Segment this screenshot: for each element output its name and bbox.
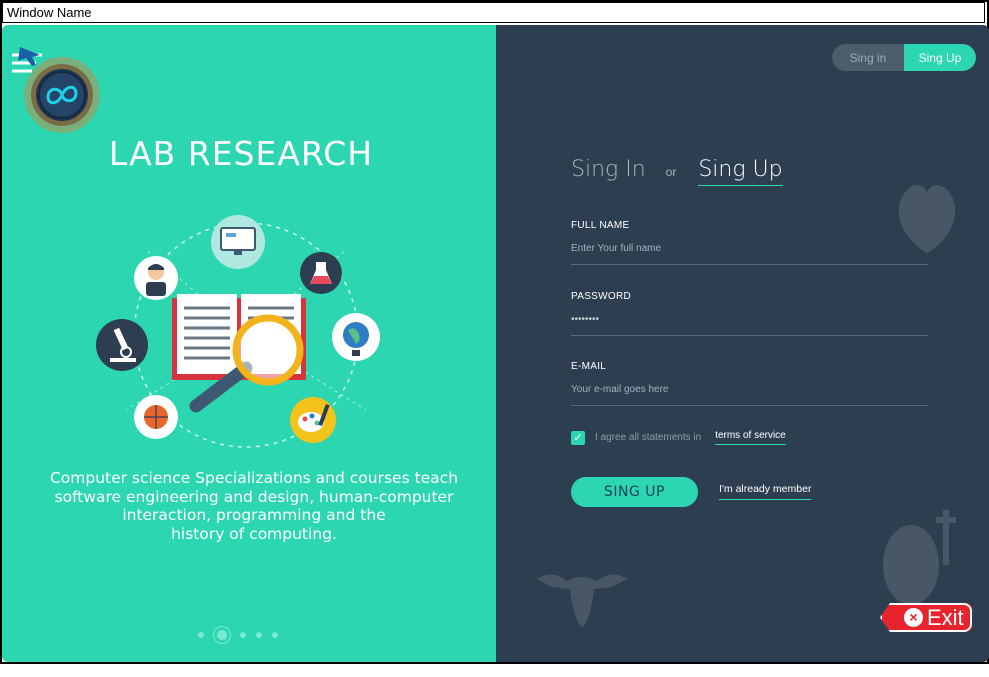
signup-button[interactable]: SING UP <box>571 477 698 507</box>
terms-of-service-link[interactable]: terms of service <box>715 430 786 445</box>
window-bottom-border <box>0 662 989 677</box>
agree-checkbox[interactable]: ✓ <box>571 430 585 445</box>
already-member-link[interactable]: I'm already member <box>719 483 812 500</box>
description: Computer science Specializations and cou… <box>26 469 482 543</box>
exit-button[interactable]: × Exit <box>880 603 972 632</box>
window-title: Window Name <box>2 2 985 23</box>
pager-dot[interactable] <box>198 632 204 638</box>
flask-icon <box>300 252 342 294</box>
pager-dot[interactable] <box>256 632 262 638</box>
description-line: Computer science Specializations and cou… <box>49 469 459 487</box>
heading-signin-tab[interactable]: Sing In <box>571 157 646 182</box>
description-line: software engineering and design, human-c… <box>54 487 454 506</box>
fullname-input[interactable] <box>571 239 928 265</box>
description-line: interaction, programming and the <box>122 506 386 524</box>
pager-dot[interactable] <box>240 632 246 638</box>
close-circle-icon: × <box>904 608 923 627</box>
fullname-field: FULL NAME <box>571 220 928 265</box>
research-illustration <box>96 215 380 448</box>
email-label: E-MAIL <box>571 361 607 372</box>
toggle-signup[interactable]: Sing Up <box>904 44 976 71</box>
globe-icon <box>332 313 380 361</box>
auth-toggle: Sing in Sing Up <box>832 44 976 71</box>
agree-text: I agree all statements in <box>595 432 702 443</box>
palette-icon <box>290 397 336 443</box>
logo-icon <box>12 47 100 133</box>
exit-label: Exit <box>927 604 964 630</box>
uterus-organ-icon <box>537 574 627 627</box>
lungs-organ-icon <box>883 510 956 605</box>
password-label: PASSWORD <box>571 291 631 302</box>
right-panel: Sing in Sing Up Sing In or Sing Up FULL … <box>496 25 989 662</box>
fullname-label: FULL NAME <box>571 220 630 231</box>
basketball-icon <box>134 395 178 439</box>
heading-signup-tab[interactable]: Sing Up <box>698 157 783 186</box>
form-heading: Sing In or Sing Up <box>571 157 783 191</box>
microscope-icon <box>96 319 148 371</box>
pager-dot-active[interactable] <box>214 627 230 643</box>
heading-or: or <box>665 165 677 179</box>
left-panel: LAB RESEARCH Computer science Specializa… <box>2 25 496 662</box>
lab-title: LAB RESEARCH <box>108 134 374 173</box>
email-input[interactable] <box>571 380 928 406</box>
agree-row: ✓ I agree all statements in terms of ser… <box>571 430 786 445</box>
email-field: E-MAIL <box>571 361 928 406</box>
password-field: PASSWORD <box>571 291 928 336</box>
description-line: history of computing. <box>171 524 337 543</box>
carousel-pager <box>198 627 278 643</box>
pager-dot[interactable] <box>272 632 278 638</box>
person-icon <box>134 256 178 300</box>
toggle-signin[interactable]: Sing in <box>832 44 904 71</box>
password-input[interactable] <box>571 310 928 336</box>
monitor-icon <box>211 215 265 269</box>
